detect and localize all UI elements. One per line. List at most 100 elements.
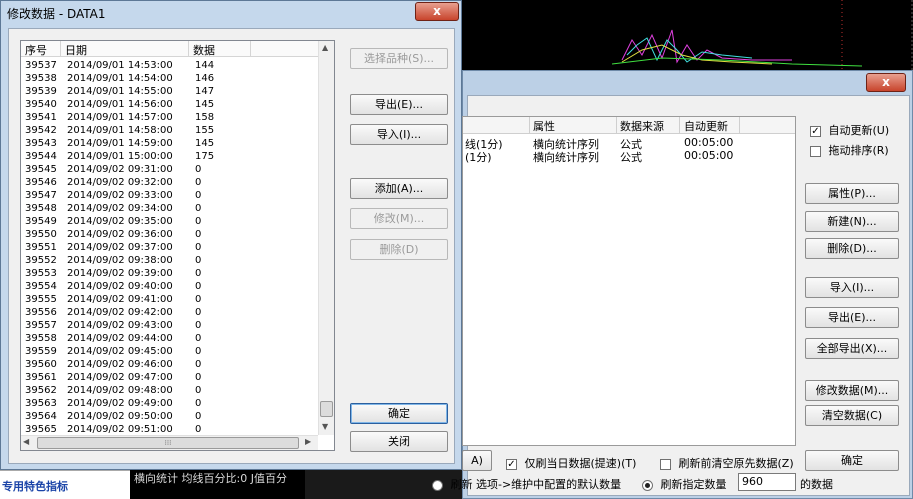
table-row[interactable]: 39537 2014/09/01 14:53:00 144	[21, 59, 317, 72]
only-today-checkbox[interactable]: ✓ 仅刷当日数据(提速)(T)	[506, 455, 636, 471]
table-row[interactable]: 39550 2014/09/02 09:36:00 0	[21, 228, 317, 241]
scroll-left-icon[interactable]: ◀	[23, 437, 29, 446]
cell-date: 2014/09/02 09:34:00	[67, 203, 173, 214]
table-row[interactable]: 39558 2014/09/02 09:44:00 0	[21, 332, 317, 345]
table-row[interactable]: 39559 2014/09/02 09:45:00 0	[21, 345, 317, 358]
indicator-list[interactable]: 属性 数据来源 自动更新 线(1分) 横向统计序列 公式 00:05:00 (1…	[462, 116, 796, 446]
table-row[interactable]: 39562 2014/09/02 09:48:00 0	[21, 384, 317, 397]
table-row[interactable]: 39551 2014/09/02 09:37:00 0	[21, 241, 317, 254]
cell-index: 39540	[25, 99, 57, 110]
cell-date: 2014/09/02 09:44:00	[67, 333, 173, 344]
table-row[interactable]: 39548 2014/09/02 09:34:00 0	[21, 202, 317, 215]
clear-before-refresh-checkbox[interactable]: 刷新前清空原先数据(Z)	[660, 455, 794, 471]
cell-index: 39559	[25, 346, 57, 357]
export-button[interactable]: 导出(E)...	[350, 94, 448, 115]
import-indicator-button[interactable]: 导入(I)...	[805, 277, 899, 298]
table-row[interactable]: 39555 2014/09/02 09:41:00 0	[21, 293, 317, 306]
left-strip-label[interactable]: 专用特色指标	[2, 478, 68, 494]
cell-date: 2014/09/01 14:54:00	[67, 73, 173, 84]
table-row[interactable]: 39543 2014/09/01 14:59:00 145	[21, 137, 317, 150]
refresh-custom-radio[interactable]: 刷新指定数量	[642, 476, 727, 492]
scroll-down-icon[interactable]: ▼	[322, 422, 328, 431]
property-button[interactable]: 属性(P)...	[805, 183, 899, 204]
table-row[interactable]: 39542 2014/09/01 14:58:00 155	[21, 124, 317, 137]
table-row[interactable]: 39560 2014/09/02 09:46:00 0	[21, 358, 317, 371]
scroll-right-icon[interactable]: ▶	[305, 437, 311, 446]
cell-date: 2014/09/02 09:46:00	[67, 359, 173, 370]
clear-data-button[interactable]: 清空数据(C)	[805, 405, 899, 426]
h-scroll-thumb[interactable]: ⁞⁞⁞	[37, 437, 299, 449]
table-row[interactable]: 39541 2014/09/01 14:57:00 158	[21, 111, 317, 124]
back-dialog-close-button[interactable]: x	[866, 73, 906, 92]
cell-index: 39564	[25, 411, 57, 422]
modify-data-button[interactable]: 修改数据(M)...	[805, 380, 899, 401]
cell-date: 2014/09/01 14:53:00	[67, 60, 173, 71]
data-table[interactable]: 序号 日期 数据 39537 2014/09/01 14:53:00 144 3953…	[20, 40, 335, 451]
table-row[interactable]: 39556 2014/09/02 09:42:00 0	[21, 306, 317, 319]
export-indicator-button[interactable]: 导出(E)...	[805, 307, 899, 328]
cell-value: 0	[195, 164, 202, 175]
table-row[interactable]: 39554 2014/09/02 09:40:00 0	[21, 280, 317, 293]
list-item[interactable]: 线(1分) 横向统计序列 公式 00:05:00	[463, 136, 763, 151]
cell-date: 2014/09/02 09:43:00	[67, 320, 173, 331]
col-header-index[interactable]: 序号	[25, 42, 47, 58]
horizontal-scrollbar[interactable]: ◀ ⁞⁞⁞ ▶	[21, 435, 318, 450]
cell-value: 0	[195, 177, 202, 188]
auto-update-checkbox[interactable]: ✓ 自动更新(U)	[810, 122, 889, 138]
export-all-button[interactable]: 全部导出(X)...	[805, 338, 899, 359]
partial-hidden-button[interactable]: A)	[462, 450, 492, 471]
modify-button[interactable]: 修改(M)...	[350, 208, 448, 229]
table-row[interactable]: 39538 2014/09/01 14:54:00 146	[21, 72, 317, 85]
cell-value: 175	[195, 151, 215, 162]
cell-value: 0	[195, 216, 202, 227]
back-ok-button[interactable]: 确定	[805, 450, 899, 471]
cell-value: 0	[195, 359, 202, 370]
table-row[interactable]: 39545 2014/09/02 09:31:00 0	[21, 163, 317, 176]
indicator-list-header: 属性 数据来源 自动更新	[463, 117, 795, 134]
cell-date: 2014/09/02 09:38:00	[67, 255, 173, 266]
check-icon: ✓	[810, 125, 821, 137]
delete-indicator-button[interactable]: 删除(D)...	[805, 238, 899, 259]
cell-index: 39545	[25, 164, 57, 175]
import-button[interactable]: 导入(I)...	[350, 124, 448, 145]
cell-value: 0	[195, 242, 202, 253]
select-variety-button[interactable]: 选择品种(S)...	[350, 48, 448, 69]
vertical-scrollbar[interactable]: ▲ ▼	[318, 41, 334, 435]
scroll-up-icon[interactable]: ▲	[322, 43, 328, 52]
refresh-count-input[interactable]: 960	[738, 473, 796, 491]
scroll-thumb[interactable]	[320, 401, 333, 417]
add-button[interactable]: 添加(A)...	[350, 178, 448, 199]
close-button[interactable]: 关闭	[350, 431, 448, 452]
table-row[interactable]: 39546 2014/09/02 09:32:00 0	[21, 176, 317, 189]
col-header-auto[interactable]: 自动更新	[684, 118, 728, 134]
refresh-default-radio[interactable]: 刷新 选项->维护中配置的默认数量	[432, 476, 621, 492]
table-row[interactable]: 39549 2014/09/02 09:35:00 0	[21, 215, 317, 228]
cell-value: 0	[195, 372, 202, 383]
table-row[interactable]: 39552 2014/09/02 09:38:00 0	[21, 254, 317, 267]
ok-button[interactable]: 确定	[350, 403, 448, 424]
col-header-source[interactable]: 数据来源	[620, 118, 664, 134]
col-header-value[interactable]: 数据	[193, 42, 215, 58]
cell-value: 0	[195, 203, 202, 214]
table-row[interactable]: 39539 2014/09/01 14:55:00 147	[21, 85, 317, 98]
cell-value: 0	[195, 307, 202, 318]
table-row[interactable]: 39564 2014/09/02 09:50:00 0	[21, 410, 317, 423]
drag-sort-checkbox[interactable]: 拖动排序(R)	[810, 142, 889, 158]
list-item[interactable]: (1分) 横向统计序列 公式 00:05:00	[463, 149, 763, 164]
table-row[interactable]: 39553 2014/09/02 09:39:00 0	[21, 267, 317, 280]
table-row[interactable]: 39547 2014/09/02 09:33:00 0	[21, 189, 317, 202]
table-row[interactable]: 39540 2014/09/01 14:56:00 145	[21, 98, 317, 111]
table-row[interactable]: 39544 2014/09/01 15:00:00 175	[21, 150, 317, 163]
new-button[interactable]: 新建(N)...	[805, 211, 899, 232]
cell-index: 39546	[25, 177, 57, 188]
delete-button[interactable]: 删除(D)	[350, 239, 448, 260]
table-row[interactable]: 39563 2014/09/02 09:49:00 0	[21, 397, 317, 410]
col-header-attr[interactable]: 属性	[533, 118, 555, 134]
dialog-close-button[interactable]: x	[415, 2, 459, 21]
table-row[interactable]: 39561 2014/09/02 09:47:00 0	[21, 371, 317, 384]
col-header-date[interactable]: 日期	[65, 42, 87, 58]
cell-index: 39543	[25, 138, 57, 149]
cell-index: 39556	[25, 307, 57, 318]
cell-date: 2014/09/02 09:39:00	[67, 268, 173, 279]
table-row[interactable]: 39557 2014/09/02 09:43:00 0	[21, 319, 317, 332]
